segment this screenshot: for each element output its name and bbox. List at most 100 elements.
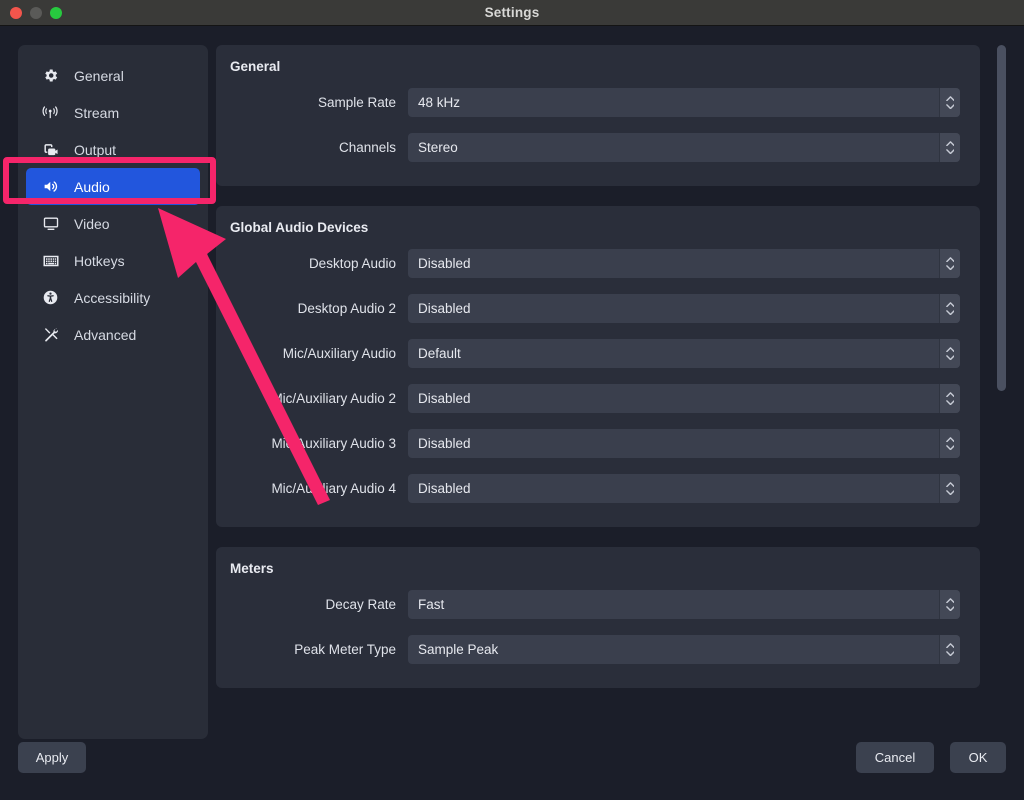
window-title: Settings bbox=[484, 5, 540, 20]
chevron-up-icon[interactable] bbox=[945, 96, 955, 102]
dropdown-stepper[interactable] bbox=[939, 474, 960, 503]
dropdown-stepper[interactable] bbox=[939, 249, 960, 278]
group-title: Meters bbox=[230, 561, 274, 576]
cancel-button[interactable]: Cancel bbox=[856, 742, 934, 773]
dropdown-stepper[interactable] bbox=[939, 133, 960, 162]
dropdown-stepper[interactable] bbox=[939, 429, 960, 458]
settings-group-general: General Sample Rate 48 kHz Channels Stereo bbox=[216, 45, 980, 186]
minimize-window-button[interactable] bbox=[30, 7, 42, 19]
settings-row: Desktop Audio 2 Disabled bbox=[216, 286, 980, 331]
sidebar-item-accessibility[interactable]: Accessibility bbox=[26, 279, 200, 316]
setting-dropdown[interactable]: Disabled bbox=[408, 249, 960, 278]
sidebar-item-stream[interactable]: Stream bbox=[26, 94, 200, 131]
sidebar-item-hotkeys[interactable]: Hotkeys bbox=[26, 242, 200, 279]
content-scrollbar-track[interactable] bbox=[997, 45, 1006, 739]
ok-button[interactable]: OK bbox=[950, 742, 1006, 773]
chevron-down-icon[interactable] bbox=[945, 651, 955, 657]
sidebar-item-label: Advanced bbox=[74, 326, 137, 343]
chevron-down-icon[interactable] bbox=[945, 445, 955, 451]
dialog-footer: Apply Cancel OK bbox=[0, 729, 1024, 795]
setting-value: Stereo bbox=[418, 140, 458, 155]
sidebar-item-general[interactable]: General bbox=[26, 57, 200, 94]
setting-label: Channels bbox=[338, 140, 396, 155]
chevron-down-icon[interactable] bbox=[945, 400, 955, 406]
settings-row: Decay Rate Fast bbox=[216, 582, 980, 627]
setting-label: Mic/Auxiliary Audio 2 bbox=[271, 391, 396, 406]
setting-dropdown[interactable]: Stereo bbox=[408, 133, 960, 162]
settings-content: General Sample Rate 48 kHz Channels Stereo Gl… bbox=[216, 45, 980, 739]
setting-dropdown[interactable]: Fast bbox=[408, 590, 960, 619]
dropdown-stepper[interactable] bbox=[939, 339, 960, 368]
settings-row: Mic/Auxiliary Audio Default bbox=[216, 331, 980, 376]
setting-label: Decay Rate bbox=[325, 597, 396, 612]
setting-label: Mic/Auxiliary Audio bbox=[282, 346, 396, 361]
setting-value: 48 kHz bbox=[418, 95, 461, 110]
dropdown-stepper[interactable] bbox=[939, 294, 960, 323]
settings-row: Mic/Auxiliary Audio 3 Disabled bbox=[216, 421, 980, 466]
settings-group-meters: Meters Decay Rate Fast Peak Meter Type Sampl… bbox=[216, 547, 980, 688]
video-output-icon bbox=[42, 141, 64, 159]
chevron-up-icon[interactable] bbox=[945, 141, 955, 147]
setting-value: Fast bbox=[418, 597, 445, 612]
tools-icon bbox=[42, 326, 64, 344]
sidebar-item-label: Video bbox=[74, 215, 110, 232]
chevron-up-icon[interactable] bbox=[945, 347, 955, 353]
chevron-up-icon[interactable] bbox=[945, 437, 955, 443]
chevron-up-icon[interactable] bbox=[945, 392, 955, 398]
chevron-up-icon[interactable] bbox=[945, 643, 955, 649]
setting-dropdown[interactable]: Sample Peak bbox=[408, 635, 960, 664]
setting-dropdown[interactable]: Default bbox=[408, 339, 960, 368]
setting-value: Disabled bbox=[418, 436, 471, 451]
chevron-up-icon[interactable] bbox=[945, 302, 955, 308]
chevron-up-icon[interactable] bbox=[945, 257, 955, 263]
dropdown-stepper[interactable] bbox=[939, 590, 960, 619]
setting-dropdown[interactable]: Disabled bbox=[408, 429, 960, 458]
chevron-up-icon[interactable] bbox=[945, 482, 955, 488]
setting-value: Sample Peak bbox=[418, 642, 499, 657]
settings-sidebar: General Stream Output Audio Video Hotkeys Acce… bbox=[18, 45, 208, 739]
setting-value: Disabled bbox=[418, 301, 471, 316]
chevron-down-icon[interactable] bbox=[945, 310, 955, 316]
setting-label: Desktop Audio bbox=[308, 256, 396, 271]
dropdown-stepper[interactable] bbox=[939, 88, 960, 117]
sidebar-item-label: Hotkeys bbox=[74, 252, 125, 269]
setting-label: Desktop Audio 2 bbox=[297, 301, 396, 316]
setting-label: Peak Meter Type bbox=[294, 642, 396, 657]
apply-button[interactable]: Apply bbox=[18, 742, 86, 773]
gear-icon bbox=[42, 67, 64, 85]
chevron-down-icon[interactable] bbox=[945, 606, 955, 612]
setting-label: Sample Rate bbox=[317, 95, 396, 110]
close-window-button[interactable] bbox=[10, 7, 22, 19]
sidebar-item-label: Output bbox=[74, 141, 117, 158]
chevron-down-icon[interactable] bbox=[945, 355, 955, 361]
sidebar-item-advanced[interactable]: Advanced bbox=[26, 316, 200, 353]
setting-dropdown[interactable]: Disabled bbox=[408, 384, 960, 413]
sidebar-item-output[interactable]: Output bbox=[26, 131, 200, 168]
dropdown-stepper[interactable] bbox=[939, 635, 960, 664]
setting-dropdown[interactable]: Disabled bbox=[408, 294, 960, 323]
keyboard-icon bbox=[42, 252, 64, 270]
chevron-down-icon[interactable] bbox=[945, 104, 955, 110]
chevron-up-icon[interactable] bbox=[945, 598, 955, 604]
sidebar-item-video[interactable]: Video bbox=[26, 205, 200, 242]
chevron-down-icon[interactable] bbox=[945, 265, 955, 271]
setting-dropdown[interactable]: Disabled bbox=[408, 474, 960, 503]
setting-label: Mic/Auxiliary Audio 3 bbox=[271, 436, 396, 451]
monitor-icon bbox=[42, 215, 64, 233]
group-title: Global Audio Devices bbox=[230, 220, 369, 235]
settings-row: Channels Stereo bbox=[216, 125, 980, 170]
broadcast-icon bbox=[42, 104, 64, 122]
settings-row: Desktop Audio Disabled bbox=[216, 241, 980, 286]
settings-row: Sample Rate 48 kHz bbox=[216, 80, 980, 125]
sidebar-item-label: General bbox=[74, 67, 124, 84]
content-scrollbar-thumb[interactable] bbox=[997, 45, 1006, 391]
setting-dropdown[interactable]: 48 kHz bbox=[408, 88, 960, 117]
dropdown-stepper[interactable] bbox=[939, 384, 960, 413]
window-controls bbox=[10, 7, 62, 19]
settings-row: Mic/Auxiliary Audio 2 Disabled bbox=[216, 376, 980, 421]
chevron-down-icon[interactable] bbox=[945, 149, 955, 155]
sidebar-item-audio[interactable]: Audio bbox=[26, 168, 200, 205]
maximize-window-button[interactable] bbox=[50, 7, 62, 19]
settings-row: Mic/Auxiliary Audio 4 Disabled bbox=[216, 466, 980, 511]
chevron-down-icon[interactable] bbox=[945, 490, 955, 496]
